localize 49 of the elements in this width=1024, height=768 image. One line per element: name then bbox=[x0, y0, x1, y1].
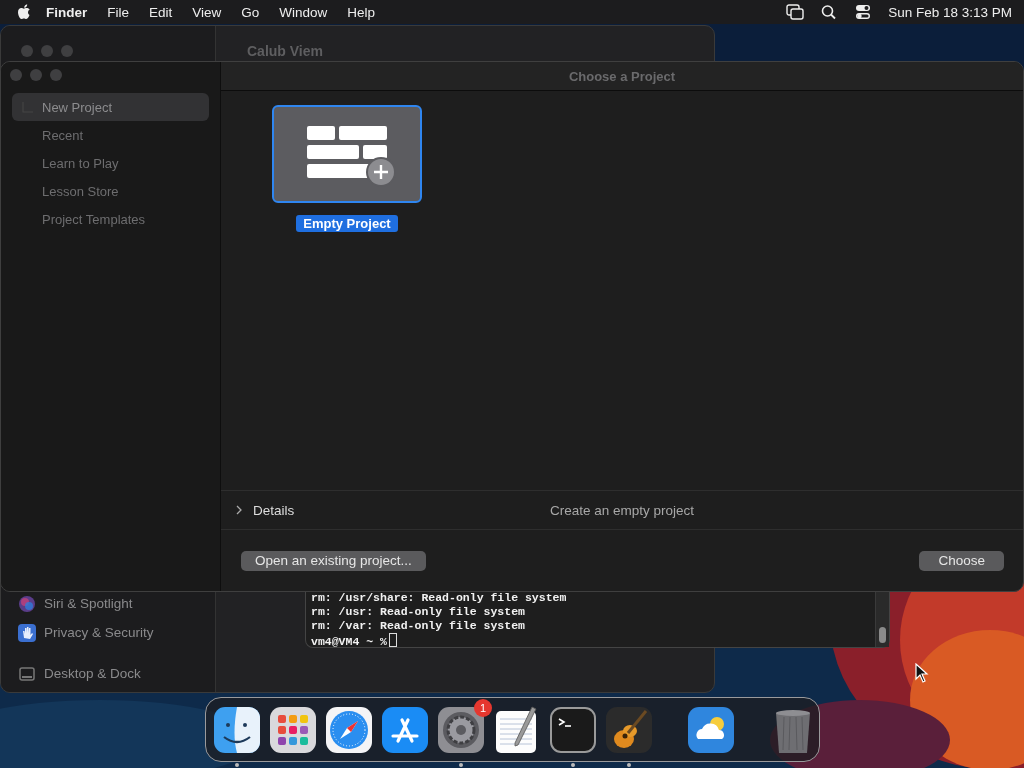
finder-icon[interactable] bbox=[214, 706, 260, 753]
menu-item[interactable]: Window bbox=[269, 4, 338, 20]
trash-icon[interactable] bbox=[776, 709, 810, 753]
menu-item[interactable]: Help bbox=[337, 4, 386, 20]
dock-icon bbox=[18, 664, 36, 683]
apple-icon[interactable] bbox=[18, 4, 32, 20]
template-thumbnail[interactable] bbox=[272, 105, 422, 203]
notification-badge: 1 bbox=[474, 698, 492, 717]
sidebar-item[interactable]: Privacy & Security bbox=[1, 618, 215, 647]
sidebar-item[interactable]: Desktop & Dock bbox=[1, 659, 215, 688]
menu-item[interactable]: Go bbox=[231, 4, 270, 20]
choose-button[interactable]: Choose bbox=[919, 550, 1004, 571]
text-cursor bbox=[388, 633, 397, 647]
terminal-prompt: vm4@VM4 ~ % bbox=[311, 635, 387, 648]
window-title: Calub Viem bbox=[247, 43, 323, 59]
menu-item[interactable]: View bbox=[182, 4, 232, 20]
sidebar-item[interactable]: New Project bbox=[12, 93, 209, 121]
sidebar-item[interactable]: Lesson Store bbox=[12, 177, 209, 205]
terminal-icon[interactable] bbox=[550, 706, 596, 753]
window-title: Choose a Project bbox=[568, 68, 676, 84]
details-toggle[interactable]: Details bbox=[253, 502, 295, 518]
scrollbar-thumb[interactable] bbox=[879, 627, 886, 643]
guitar-icon[interactable] bbox=[606, 706, 652, 753]
gear-icon[interactable] bbox=[438, 706, 484, 753]
sidebar-item[interactable]: Learn to Play bbox=[12, 149, 209, 177]
sidebar-item[interactable]: Project Templates bbox=[12, 205, 209, 233]
sidebar-item[interactable]: Siri & Spotlight bbox=[1, 589, 215, 618]
hand-icon bbox=[18, 623, 36, 642]
control-center-icon[interactable] bbox=[854, 4, 873, 20]
siri-icon bbox=[18, 594, 36, 613]
app-store-icon[interactable] bbox=[382, 706, 428, 753]
pointer-icon bbox=[915, 663, 929, 683]
template-label[interactable]: Empty Project bbox=[296, 215, 398, 232]
open-button[interactable]: Open an existing project... bbox=[241, 550, 426, 571]
terminal-line: rm: /usr/share: Read-only file system bbox=[311, 591, 568, 605]
notepad-icon[interactable] bbox=[496, 706, 537, 753]
sidebar-item[interactable]: Recent bbox=[12, 121, 209, 149]
menu-item[interactable]: Finder bbox=[32, 4, 98, 20]
weather-icon[interactable] bbox=[688, 706, 734, 753]
clock[interactable]: Sun Feb 18 3:13 PM bbox=[880, 4, 1012, 20]
launchpad-icon[interactable] bbox=[270, 706, 316, 753]
compass-icon[interactable] bbox=[326, 706, 372, 753]
terminal-line: rm: /usr: Read-only file system bbox=[311, 605, 526, 619]
menu-item[interactable]: Edit bbox=[139, 4, 183, 20]
template-description: Create an empty project bbox=[549, 502, 695, 518]
menu-item[interactable]: File bbox=[97, 4, 140, 20]
chevron-icon[interactable] bbox=[235, 505, 243, 515]
windows-icon[interactable] bbox=[786, 4, 805, 20]
terminal-line: rm: /var: Read-only file system bbox=[311, 619, 526, 633]
